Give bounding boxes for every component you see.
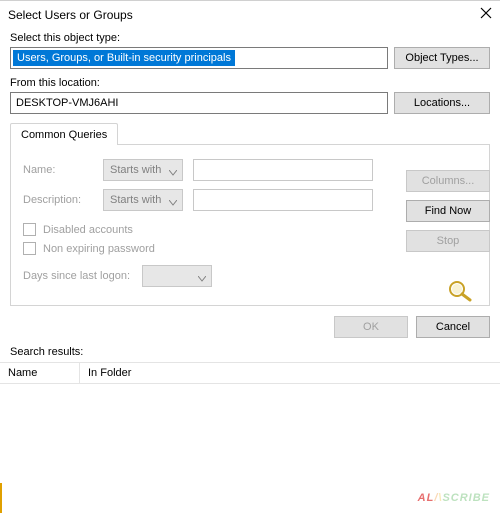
days-since-logon-combo[interactable] [142,265,212,287]
description-mode-value: Starts with [110,194,161,206]
results-header: Name In Folder [0,362,500,384]
description-label: Description: [23,194,93,206]
days-since-logon-label: Days since last logon: [23,270,130,282]
search-results-label: Search results: [0,344,500,362]
columns-button: Columns... [406,170,490,192]
name-label: Name: [23,164,93,176]
find-now-button[interactable]: Find Now [406,200,490,222]
tab-common-queries[interactable]: Common Queries [10,123,118,145]
object-types-button[interactable]: Object Types... [394,47,490,69]
name-input[interactable] [193,159,373,181]
object-type-label: Select this object type: [10,32,490,44]
checkbox-icon [23,223,36,236]
chevron-down-icon [169,197,177,209]
watermark: AL/\SCRIBE [418,481,490,507]
edge-sliver [0,483,2,513]
name-mode-combo[interactable]: Starts with [103,159,183,181]
ok-button: OK [334,316,408,338]
dialog-title: Select Users or Groups [8,8,133,22]
chevron-down-icon [198,273,206,285]
from-location-label: From this location: [10,77,490,89]
object-type-value: Users, Groups, or Built-in security prin… [13,50,235,66]
chevron-down-icon [169,167,177,179]
non-expiring-label: Non expiring password [43,243,155,255]
disabled-accounts-label: Disabled accounts [43,224,133,236]
checkbox-icon [23,242,36,255]
column-name[interactable]: Name [0,363,80,383]
locations-button[interactable]: Locations... [394,92,490,114]
object-type-field[interactable]: Users, Groups, or Built-in security prin… [10,47,388,69]
name-mode-value: Starts with [110,164,161,176]
location-field[interactable] [10,92,388,114]
magnifier-icon [446,278,476,305]
close-icon[interactable] [480,7,492,22]
description-input[interactable] [193,189,373,211]
column-in-folder[interactable]: In Folder [80,363,500,383]
stop-button: Stop [406,230,490,252]
cancel-button[interactable]: Cancel [416,316,490,338]
description-mode-combo[interactable]: Starts with [103,189,183,211]
